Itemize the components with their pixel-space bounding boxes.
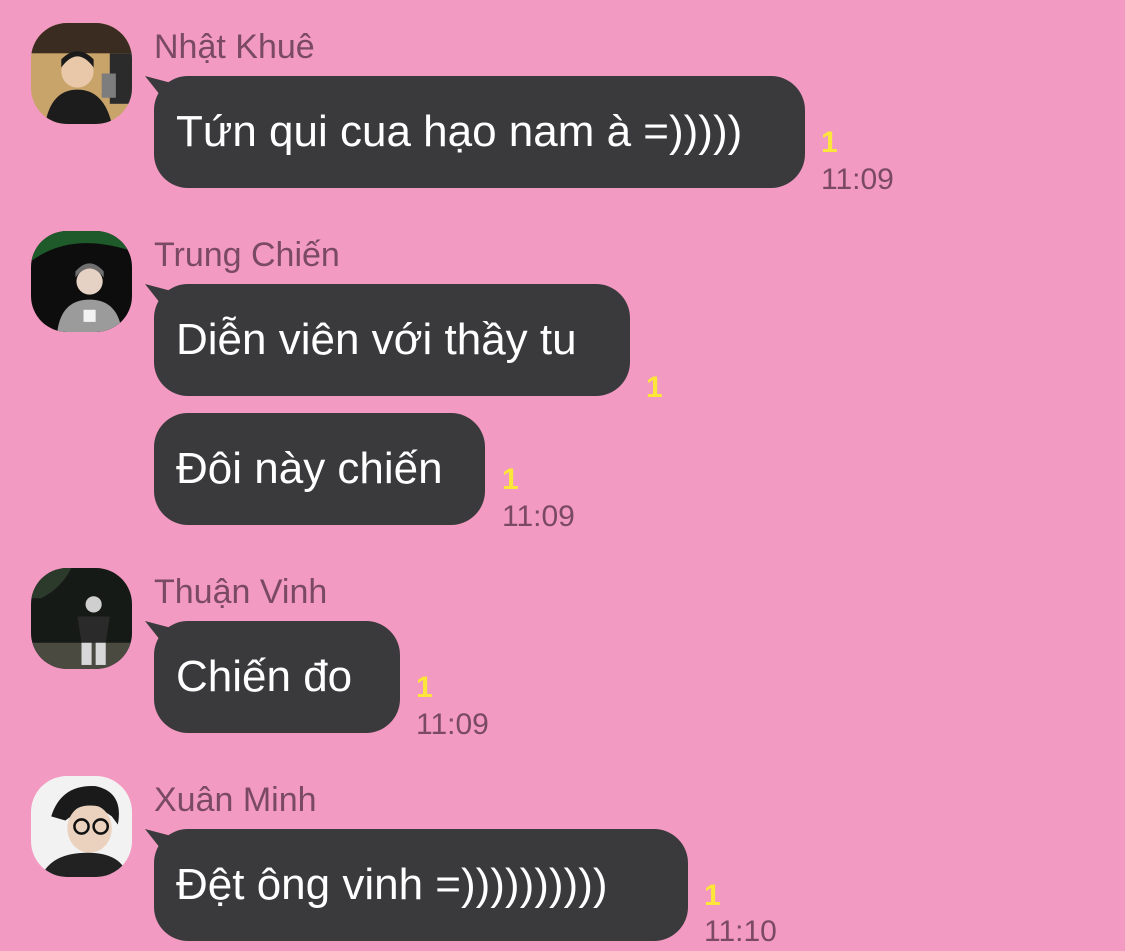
message-time: 11:09 (821, 163, 894, 196)
unread-count: 1 (821, 126, 838, 159)
avatar-nhat-khue[interactable] (31, 23, 132, 124)
sender-name: Thuận Vinh (154, 573, 328, 611)
message-bubble[interactable]: Tứn qui cua hạo nam à =))))) (154, 76, 805, 188)
avatar-photo-icon (31, 23, 132, 124)
avatar-thuan-vinh[interactable] (31, 568, 132, 669)
sender-name: Nhật Khuê (154, 28, 315, 66)
avatar-xuan-minh[interactable] (31, 776, 132, 877)
unread-count: 1 (502, 463, 519, 496)
message-bubble[interactable]: Diễn viên với thầy tu (154, 284, 630, 396)
message-bubble[interactable]: Đôi này chiến (154, 413, 485, 525)
message-time: 11:10 (704, 915, 777, 948)
message-time: 11:09 (416, 708, 489, 741)
unread-count: 1 (646, 371, 663, 404)
message-bubble[interactable]: Chiến đo (154, 621, 400, 733)
avatar-photo-icon (31, 231, 132, 332)
sender-name: Trung Chiến (154, 236, 340, 274)
message-bubble[interactable]: Đệt ông vinh =)))))))))) (154, 829, 688, 941)
avatar-trung-chien[interactable] (31, 231, 132, 332)
sender-name: Xuân Minh (154, 781, 317, 819)
avatar-photo-icon (31, 568, 132, 669)
message-time: 11:09 (502, 500, 575, 533)
unread-count: 1 (704, 879, 721, 912)
unread-count: 1 (416, 671, 433, 704)
avatar-photo-icon (31, 776, 132, 877)
